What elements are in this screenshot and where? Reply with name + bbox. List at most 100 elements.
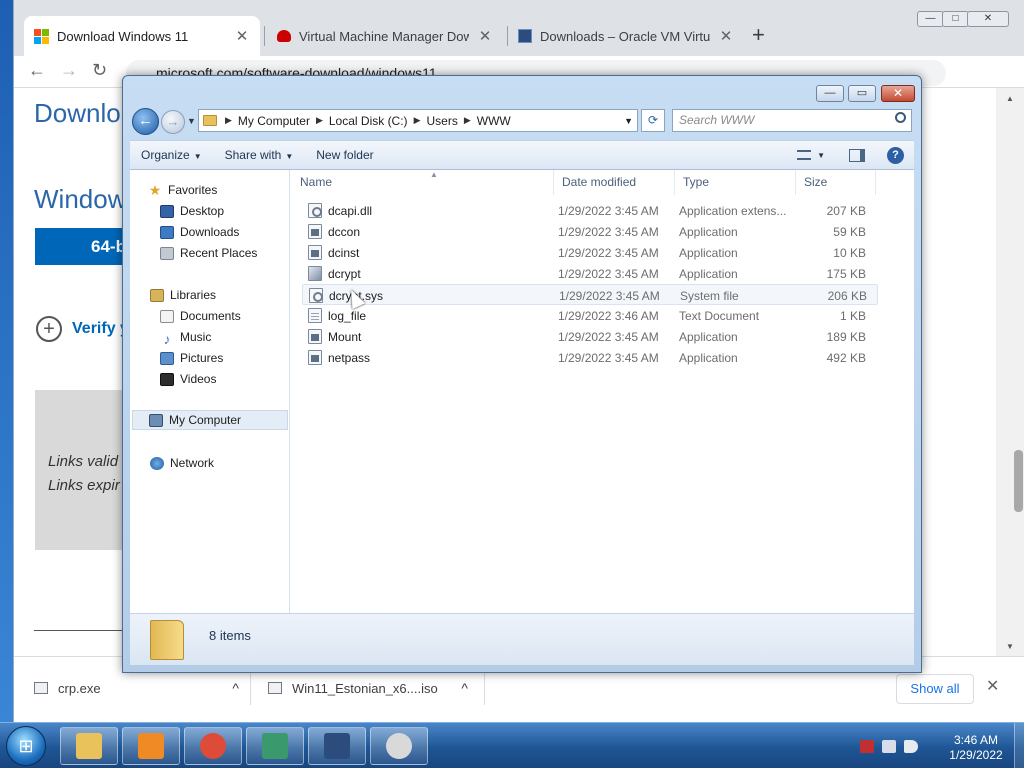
- file-type: Application: [679, 225, 738, 239]
- help-icon[interactable]: ?: [887, 146, 904, 164]
- taskbar-app-button[interactable]: [308, 727, 366, 765]
- scroll-down-icon[interactable]: ▼: [1006, 642, 1014, 651]
- start-button[interactable]: ⊞: [6, 726, 46, 766]
- browser-close-button[interactable]: ✕: [967, 11, 1009, 27]
- breadcrumb-users[interactable]: Users: [420, 114, 463, 128]
- address-dropdown-icon[interactable]: ▼: [624, 116, 637, 126]
- preview-pane-icon[interactable]: [849, 148, 865, 162]
- download-item-crp[interactable]: crp.exe ^: [34, 677, 239, 699]
- nav-downloads[interactable]: Downloads: [160, 222, 239, 242]
- column-header-name[interactable]: Name: [292, 170, 554, 195]
- file-icon: [308, 308, 322, 323]
- volume-icon[interactable]: [904, 739, 918, 753]
- sort-ascending-icon: ▲: [430, 170, 438, 179]
- verify-link-text: Verify y: [72, 320, 129, 337]
- file-row[interactable]: dcinst 1/29/2022 3:45 AM Application 10 KB: [302, 242, 878, 263]
- browser-minimize-button[interactable]: —: [917, 11, 944, 27]
- nav-documents[interactable]: Documents: [160, 306, 241, 326]
- reload-button[interactable]: ↻: [92, 60, 107, 81]
- chevron-up-icon[interactable]: ^: [232, 680, 239, 696]
- breadcrumb-sep-icon[interactable]: ▶: [464, 115, 471, 126]
- explorer-back-button[interactable]: ←: [132, 108, 159, 135]
- breadcrumb-sep-icon[interactable]: ▶: [414, 115, 421, 126]
- explorer-close-button[interactable]: ✕: [881, 85, 915, 102]
- back-button[interactable]: ←: [28, 60, 46, 81]
- taskbar-app-button[interactable]: [60, 727, 118, 765]
- column-header-date-modified[interactable]: Date modified: [554, 170, 675, 195]
- nav-music[interactable]: ♪ Music: [160, 327, 212, 347]
- file-row[interactable]: log_file 1/29/2022 3:46 AM Text Document 1 …: [302, 305, 878, 326]
- file-type: Application: [679, 246, 738, 260]
- show-desktop-button[interactable]: [1014, 723, 1024, 768]
- file-row[interactable]: dcapi.dll 1/29/2022 3:45 AM Application ex…: [302, 200, 878, 221]
- refresh-button[interactable]: ⟳: [641, 109, 665, 132]
- share-with-label: Share with: [224, 148, 282, 162]
- breadcrumb-local-disk[interactable]: Local Disk (C:): [323, 114, 414, 128]
- recent-pages-dropdown-icon[interactable]: ▼: [187, 116, 196, 126]
- browser-maximize-button[interactable]: □: [942, 11, 969, 27]
- clock[interactable]: 3:46 AM 1/29/2022: [940, 733, 1012, 763]
- explorer-address-bar[interactable]: ▶ My Computer ▶ Local Disk (C:) ▶ Users …: [198, 109, 638, 132]
- nav-pictures[interactable]: Pictures: [160, 348, 223, 368]
- tab-close-icon[interactable]: ✕: [718, 27, 734, 45]
- show-all-button[interactable]: Show all: [896, 674, 974, 704]
- nav-network[interactable]: Network: [150, 453, 214, 473]
- view-options-icon[interactable]: [797, 150, 812, 160]
- organize-button[interactable]: Organize ▼: [130, 148, 214, 162]
- nav-label: My Computer: [169, 413, 242, 427]
- breadcrumb-sep-icon[interactable]: ▶: [316, 115, 323, 126]
- nav-my-computer[interactable]: My Computer: [132, 410, 288, 430]
- close-downloads-bar-icon[interactable]: ✕: [986, 676, 999, 696]
- file-icon: [308, 329, 322, 344]
- action-center-icon[interactable]: [860, 739, 874, 753]
- tab-close-icon[interactable]: ✕: [234, 27, 250, 45]
- file-size: 175 KB: [826, 267, 866, 281]
- nav-label: Favorites: [168, 183, 218, 197]
- taskbar-app-button[interactable]: [246, 727, 304, 765]
- breadcrumb-www[interactable]: WWW: [471, 114, 517, 128]
- file-row[interactable]: dccon 1/29/2022 3:45 AM Application 59 KB: [302, 221, 878, 242]
- verify-link[interactable]: + Verify y: [36, 316, 129, 342]
- nav-videos[interactable]: Videos: [160, 369, 216, 389]
- column-header-size[interactable]: Size: [796, 170, 876, 195]
- search-input[interactable]: Search WWW: [672, 109, 912, 132]
- nav-favorites[interactable]: ★ Favorites: [148, 180, 218, 200]
- file-row[interactable]: dcrypt 1/29/2022 3:45 AM Application 175 KB: [302, 263, 878, 284]
- search-icon[interactable]: [895, 112, 906, 123]
- forward-button[interactable]: →: [60, 60, 78, 81]
- view-chevron-icon[interactable]: ▼: [817, 151, 825, 160]
- new-tab-button[interactable]: +: [752, 24, 765, 46]
- column-header-type[interactable]: Type: [675, 170, 796, 195]
- links-info-text: Links valid Links expir: [48, 450, 120, 498]
- scroll-up-icon[interactable]: ▲: [1006, 94, 1014, 103]
- explorer-minimize-button[interactable]: —: [816, 85, 844, 102]
- tab-close-icon[interactable]: ✕: [477, 27, 493, 45]
- share-with-button[interactable]: Share with ▼: [214, 148, 306, 162]
- file-date: 1/29/2022 3:45 AM: [559, 289, 660, 303]
- taskbar-app-button[interactable]: [184, 727, 242, 765]
- file-row[interactable]: Mount 1/29/2022 3:45 AM Application 189 KB: [302, 326, 878, 347]
- tab-strip: Download Windows 11 ✕ Virtual Machine Ma…: [14, 0, 1024, 56]
- tab-download-windows-11[interactable]: Download Windows 11 ✕: [24, 16, 260, 56]
- explorer-maximize-button[interactable]: ▭: [848, 85, 876, 102]
- scrollbar-thumb[interactable]: [1014, 450, 1023, 512]
- computer-icon: [149, 413, 163, 427]
- page-scrollbar[interactable]: ▲ ▼: [996, 88, 1024, 656]
- nav-desktop[interactable]: Desktop: [160, 201, 224, 221]
- taskbar-app-button[interactable]: [122, 727, 180, 765]
- tab-downloads-virtualbox[interactable]: Downloads – Oracle VM VirtualB ✕: [508, 16, 744, 56]
- file-type: Application: [679, 330, 738, 344]
- chevron-up-icon[interactable]: ^: [461, 680, 468, 696]
- file-row[interactable]: netpass 1/29/2022 3:45 AM Application 492 K…: [302, 347, 878, 368]
- network-tray-icon[interactable]: [882, 739, 896, 753]
- nav-recent-places[interactable]: Recent Places: [160, 243, 257, 263]
- nav-libraries[interactable]: Libraries: [150, 285, 216, 305]
- file-row[interactable]: dcrypt.sys 1/29/2022 3:45 AM System file 20…: [302, 284, 878, 305]
- tab-separator: [264, 26, 265, 46]
- download-item-win11-iso[interactable]: Win11_Estonian_x6....iso ^: [268, 677, 468, 699]
- tab-virtual-machine-manager[interactable]: Virtual Machine Manager Downl ✕: [267, 16, 503, 56]
- taskbar-app-button[interactable]: [370, 727, 428, 765]
- explorer-forward-button[interactable]: →: [161, 110, 185, 134]
- breadcrumb-my-computer[interactable]: My Computer: [232, 114, 316, 128]
- new-folder-button[interactable]: New folder: [305, 148, 385, 162]
